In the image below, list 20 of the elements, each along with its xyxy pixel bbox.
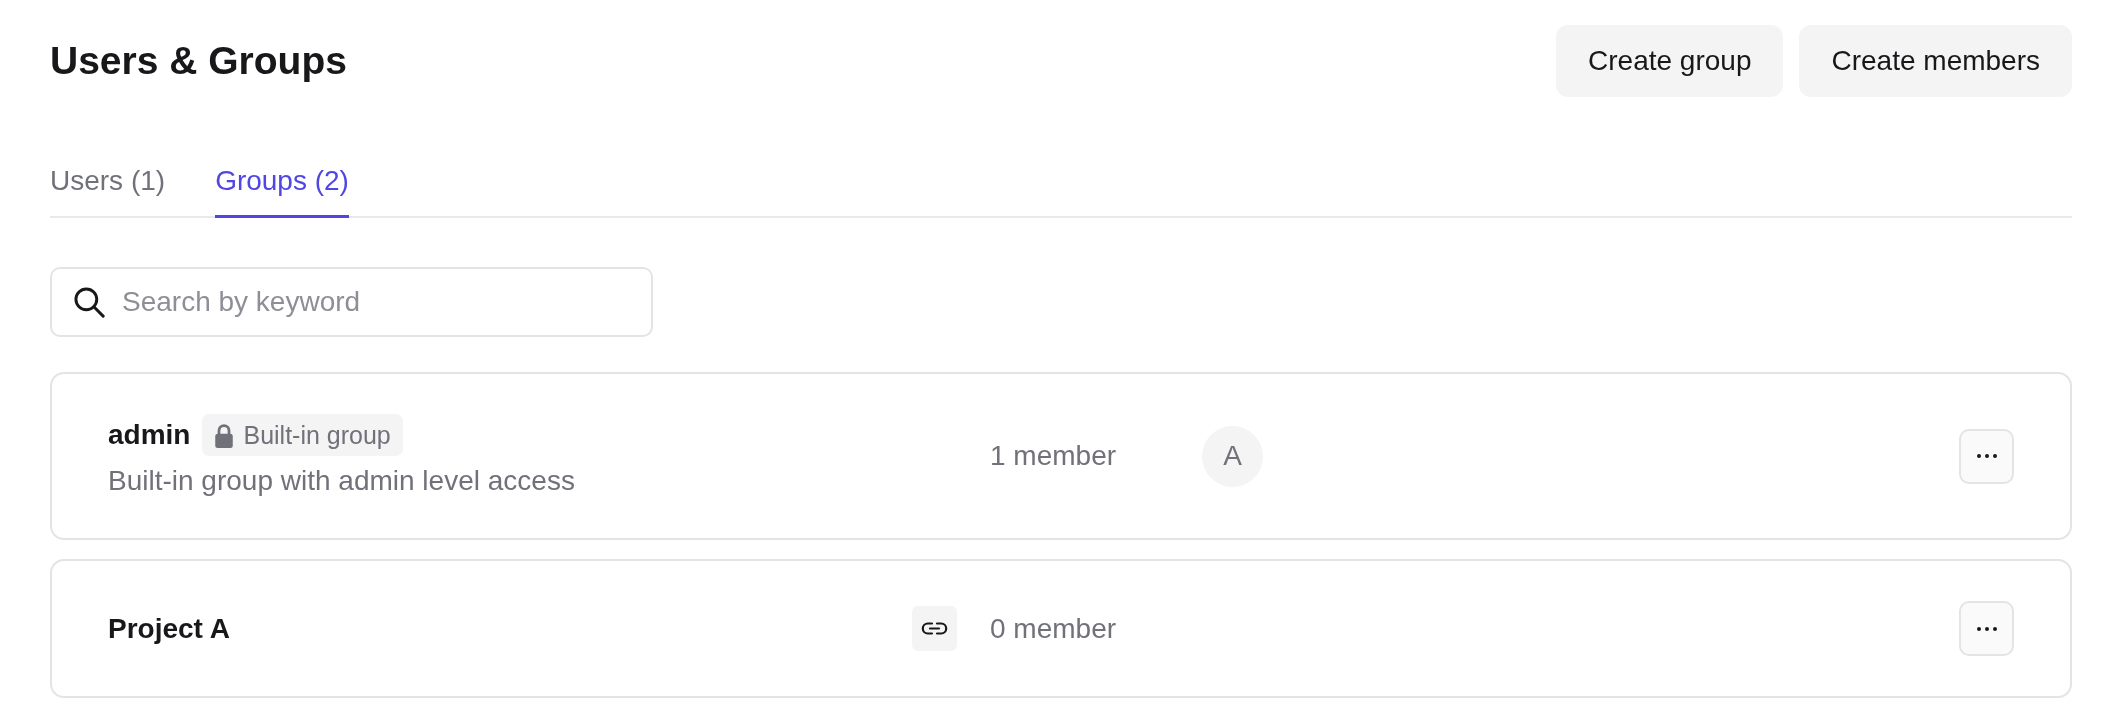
group-name: Project A	[108, 611, 230, 646]
tab[interactable]: Groups (2)	[215, 164, 349, 218]
member-count: 0 member	[990, 612, 1118, 645]
more-icon	[1976, 454, 1997, 458]
page-title: Users & Groups	[50, 38, 347, 84]
more-button[interactable]	[1959, 428, 2014, 484]
member-count: 1 member	[990, 440, 1118, 472]
member-avatar: A	[1202, 425, 1263, 487]
group-description: Built-in group with admin level access	[108, 464, 575, 498]
tab[interactable]: Users (1)	[50, 164, 166, 218]
badge-label: Built-in group	[243, 420, 391, 450]
lock-icon	[214, 422, 235, 448]
more-icon	[1976, 626, 1997, 631]
search-icon	[73, 286, 105, 318]
group-name: admin	[108, 418, 191, 452]
header-button[interactable]: Create members	[1799, 25, 2072, 97]
header-button[interactable]: Create group	[1556, 25, 1784, 97]
search-field[interactable]: Search by keyword	[50, 267, 653, 337]
more-button[interactable]	[1959, 601, 2014, 656]
link-icon[interactable]	[912, 606, 957, 651]
